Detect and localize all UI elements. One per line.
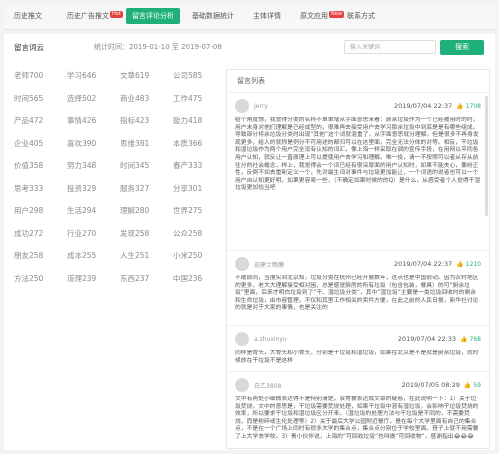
thumbs-up-icon: 👍 (463, 381, 472, 389)
tab-entity-details[interactable]: 主体详情 (253, 11, 281, 21)
like-count: 59 (473, 381, 481, 389)
comment-item: 白乙3808 2019/07/05 08:29 👍 59 文中有两处小细微表达得… (227, 372, 489, 448)
comment-list-title: 留言列表 (227, 70, 489, 93)
tab-comment-analysis[interactable]: 留言评论分析 (126, 8, 180, 24)
comment-text: 给个角度想，我觉得分类的名称不单单增从字面意思来看：原余垃圾作为一个已经被用时的… (235, 117, 481, 192)
cloud-word: 学习646 (67, 71, 97, 80)
cloud-word: 时间345 (120, 161, 150, 170)
comment-item: 迎建士畅懒 2019/07/04 22:37 👍 1210 不敢前同，当搜实到北… (227, 251, 489, 326)
word-cloud: 老师700 学习646 文章619 公司585 时间565 选择502 商业483 工作475… (14, 70, 219, 300)
cloud-word: 选择502 (67, 93, 97, 103)
hot-badge: Hot (110, 11, 123, 18)
cloud-word: 企业405 (14, 138, 44, 148)
cloud-word: 服务327 (120, 183, 150, 193)
tab-contact[interactable]: 联系方式 (347, 11, 375, 21)
cloud-word: 能力418 (173, 116, 203, 125)
cloud-word: 人生251 (120, 251, 150, 260)
like-count: 768 (469, 335, 481, 343)
cloud-word: 努力348 (67, 161, 97, 170)
main-panel: 留言词云 统计时间：2019-01-10 至 2019-07-08 输入关键词 … (4, 34, 495, 450)
cloud-word: 成本255 (67, 251, 97, 260)
page: 历史推文 历史广告推文 Hot 留言评论分析 基础数据统计 主体详情 原文应用 Ne… (0, 0, 499, 454)
cloud-word: 东西237 (120, 273, 150, 283)
cloud-word: 公众258 (173, 228, 203, 238)
cloud-word: 公司585 (173, 71, 203, 80)
comment-item: Jerry 2019/07/04 22:37 👍 1708 给个角度想，我觉得分… (227, 93, 489, 251)
search-input[interactable]: 输入关键词 (344, 40, 436, 54)
cloud-word: 成功272 (14, 228, 44, 238)
comment-text: 文中有两处小细微表达得不是特别清楚，会常被表达成文章的疑惑，在此说明一下：1）关… (235, 396, 479, 440)
cloud-word: 思考333 (14, 183, 44, 193)
tab-history-posts[interactable]: 历史推文 (14, 11, 42, 21)
comment-date: 2019/07/04 22:37 (393, 260, 453, 268)
cloud-word: 事情426 (67, 116, 97, 125)
comment-text: 同样是骨头，大骨头和小骨头，分别是干垃圾和湿垃圾，如果在北京是不是就是厨余垃圾，… (235, 350, 479, 364)
stat-period: 统计时间：2019-01-10 至 2019-07-08 (94, 43, 222, 51)
thumbs-up-icon: 👍 (456, 102, 464, 110)
cloud-word: 本质366 (173, 138, 203, 148)
comment-date: 2019/07/04 22:33 (397, 335, 457, 343)
tab-original-app[interactable]: 原文应用 New (300, 11, 344, 21)
cloud-word: 道理239 (67, 273, 97, 283)
avatar (235, 332, 249, 346)
tab-bar: 历史推文 历史广告推文 Hot 留言评论分析 基础数据统计 主体详情 原文应用 Ne… (4, 5, 495, 30)
cloud-word: 方法250 (14, 273, 44, 283)
avatar (235, 378, 249, 392)
tab-history-ad-posts[interactable]: 历史广告推文 Hot (67, 11, 123, 21)
cloud-word: 喜欢390 (67, 138, 97, 148)
cloud-word: 生活294 (67, 206, 97, 215)
cloud-word: 世界275 (173, 206, 203, 215)
cloud-word: 发现258 (120, 228, 150, 238)
cloud-word: 价值358 (14, 161, 44, 170)
comment-item: a.zhuxinyu 2019/07/04 22:33 👍 768 同样是骨头，… (227, 326, 489, 372)
cloud-word: 指标423 (120, 116, 150, 125)
search-button[interactable]: 搜索 (440, 40, 484, 55)
cloud-word: 朋友258 (14, 251, 44, 260)
cloud-word: 商业483 (120, 93, 150, 103)
cloud-word: 投资329 (67, 183, 97, 193)
cloud-word: 工作475 (173, 93, 203, 103)
cloud-word: 产品472 (14, 116, 44, 125)
cloud-word: 理解280 (120, 206, 150, 215)
cloud-word: 行业270 (67, 228, 97, 238)
cloud-word: 时间565 (14, 93, 44, 103)
cloud-word: 思维381 (120, 138, 150, 148)
cloud-word: 中国236 (173, 273, 203, 283)
cloud-word: 小米250 (173, 251, 203, 260)
cloud-word: 用户298 (14, 206, 44, 215)
avatar (235, 99, 249, 113)
tab-basic-stats[interactable]: 基础数据统计 (192, 11, 234, 21)
thumbs-up-icon: 👍 (460, 335, 468, 343)
cloud-word: 分享301 (173, 183, 203, 193)
comment-list[interactable]: 留言列表 Jerry 2019/07/04 22:37 👍 1708 给个角度想… (226, 69, 490, 449)
comment-user: 白乙3808 (254, 382, 282, 390)
cloud-word: 春产333 (173, 161, 203, 170)
cloud-word: 老师700 (14, 71, 44, 80)
like-count: 1210 (465, 260, 481, 268)
thumbs-up-icon: 👍 (456, 260, 464, 268)
comment-date: 2019/07/04 22:37 (393, 102, 453, 110)
comment-text: 不敢前同，当搜实到北京知，垃圾分类在杭州已经开展数年，这点也是中国很动。因为农村… (235, 275, 479, 312)
comment-user: a.zhuxinyu (254, 335, 287, 343)
comment-date: 2019/07/05 08:29 (401, 381, 460, 389)
cloud-word: 文章619 (120, 71, 150, 80)
comment-user: Jerry (254, 102, 268, 110)
avatar (235, 257, 249, 271)
panel-title: 留言词云 (14, 43, 44, 52)
like-count: 1708 (465, 102, 481, 110)
comment-user: 迎建士畅懒 (254, 261, 285, 269)
new-badge: New (329, 11, 344, 18)
